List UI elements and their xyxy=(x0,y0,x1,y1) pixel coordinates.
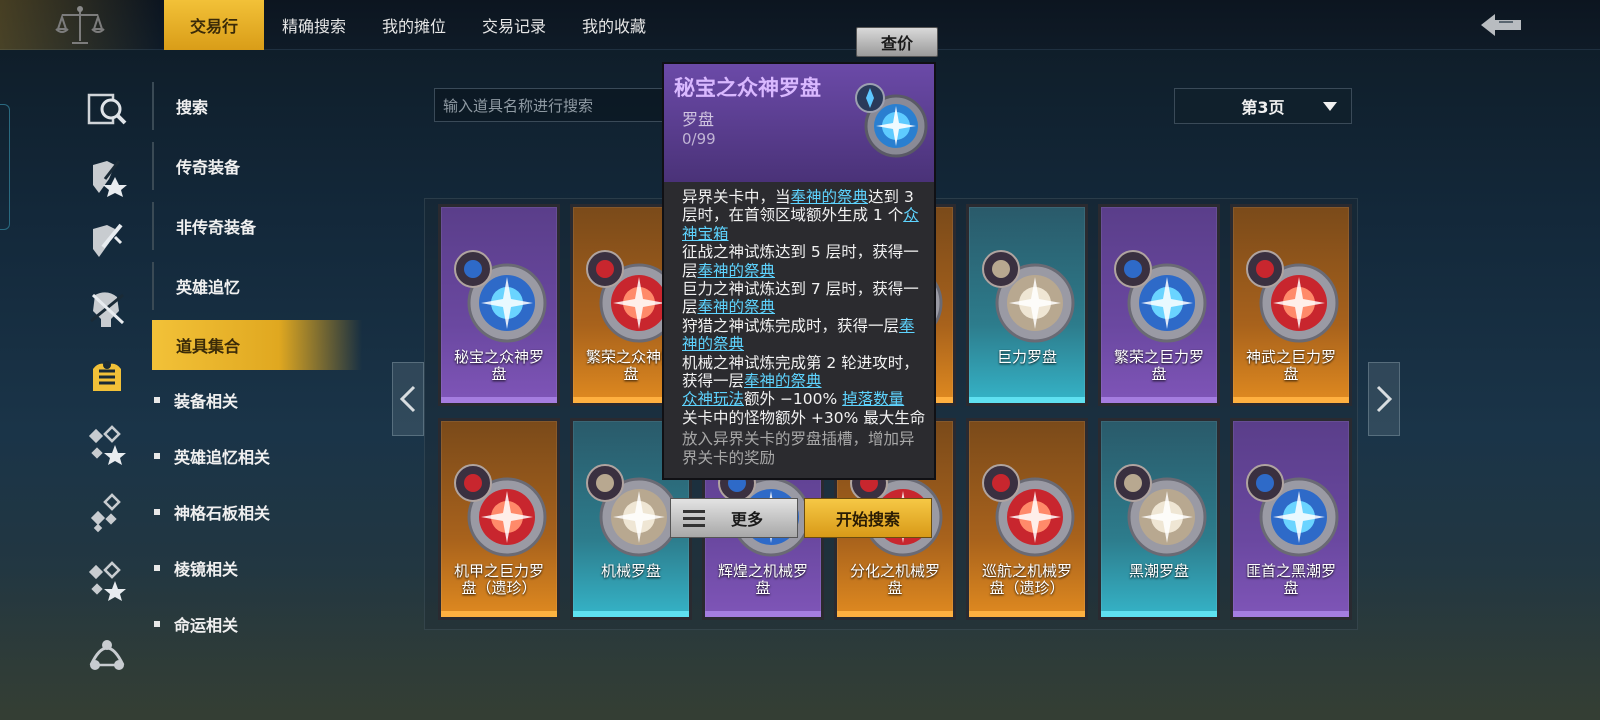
prism-icon[interactable] xyxy=(82,556,132,606)
tooltip-text: 狩猎之神试炼完成时，获得一层 xyxy=(682,316,900,335)
tab-trade[interactable]: 交易行 xyxy=(164,0,264,50)
rarity-glow xyxy=(969,611,1085,617)
tab-my-favorites[interactable]: 我的收藏 xyxy=(564,0,664,50)
more-button-label: 更多 xyxy=(730,510,763,529)
rarity-glow xyxy=(837,611,953,617)
tooltip-text: 异界关卡中，当 xyxy=(682,188,791,206)
tab-trade-records[interactable]: 交易记录 xyxy=(464,0,564,50)
rarity-glow xyxy=(969,397,1085,403)
hero-memory-icon[interactable] xyxy=(82,284,132,334)
compass-icon xyxy=(454,464,547,557)
item-card[interactable]: 秘宝之众神罗盘 xyxy=(438,204,560,406)
subcategory-hero-memory-related[interactable]: 英雄追忆相关 xyxy=(152,436,362,476)
item-card[interactable]: 匪首之黑潮罗盘 xyxy=(1230,418,1352,620)
category-search[interactable]: 搜索 xyxy=(152,82,362,130)
tab-my-stall[interactable]: 我的摊位 xyxy=(364,0,464,50)
tooltip-keyword-link[interactable]: 奉神的祭典 xyxy=(698,298,776,316)
tooltip-item-count: 0/99 xyxy=(682,130,716,148)
item-card-name: 机械罗盘 xyxy=(600,562,661,580)
compass-icon xyxy=(982,464,1075,557)
tooltip-header: 秘宝之众神罗盘 罗盘 0/99 xyxy=(664,64,934,182)
item-card[interactable]: 机甲之巨力罗盘（遗珍） xyxy=(438,418,560,620)
subcategory-stone-tablet-related[interactable]: 神格石板相关 xyxy=(152,492,362,532)
item-card[interactable]: 神武之巨力罗盘 xyxy=(1230,204,1352,406)
search-magnifier-icon[interactable] xyxy=(82,84,132,134)
item-card[interactable]: 巨力罗盘 xyxy=(966,204,1088,406)
compass-icon xyxy=(1246,464,1339,557)
category-item-collection[interactable]: 道具集合 xyxy=(152,320,362,370)
compass-icon xyxy=(982,250,1075,343)
tooltip-keyword-link[interactable]: 奉神的祭典 xyxy=(698,262,776,280)
item-card[interactable]: 巡航之机械罗盘（遗珍） xyxy=(966,418,1088,620)
rarity-glow xyxy=(441,397,557,403)
item-card-name: 辉煌之机械罗盘 xyxy=(717,562,808,597)
legendary-gear-icon[interactable] xyxy=(82,152,132,202)
category-legendary-gear[interactable]: 传奇装备 xyxy=(152,142,362,190)
page-select[interactable]: 第3页 xyxy=(1174,88,1352,124)
tooltip-keyword-link[interactable]: 众神玩法 xyxy=(682,390,744,408)
tooltip-title: 秘宝之众神罗盘 xyxy=(674,76,821,100)
item-card-name: 分化之机械罗盘 xyxy=(849,562,940,597)
item-collection-icon[interactable] xyxy=(82,352,132,402)
rarity-glow xyxy=(573,611,689,617)
subcategory-gear-related[interactable]: 装备相关 xyxy=(152,380,362,420)
subcategory-prism-related[interactable]: 棱镜相关 xyxy=(152,548,362,588)
subcategory-fate-related[interactable]: 命运相关 xyxy=(152,604,362,644)
more-button[interactable]: 更多 xyxy=(670,498,798,538)
tab-precise-search[interactable]: 精确搜索 xyxy=(264,0,364,50)
search-input[interactable]: 输入道具名称进行搜索 xyxy=(434,88,696,122)
item-card-name: 巡航之机械罗盘（遗珍） xyxy=(981,562,1072,597)
rarity-glow xyxy=(1101,611,1217,617)
fate-icon[interactable] xyxy=(82,628,132,678)
rarity-glow xyxy=(1233,611,1349,617)
scales-logo-icon xyxy=(0,0,160,50)
item-tooltip: 秘宝之众神罗盘 罗盘 0/99 异界关卡中，当奉神的祭典达到 3 层时，在首领区… xyxy=(662,62,936,480)
tooltip-item-type: 罗盘 xyxy=(682,110,715,129)
tooltip-keyword-link[interactable]: 奉神的祭典 xyxy=(744,372,822,390)
compass-icon xyxy=(855,83,928,158)
tooltip-text: 额外 −100% xyxy=(744,390,843,409)
back-arrow-icon[interactable] xyxy=(1476,8,1526,42)
tooltip-keyword-link[interactable]: 奉神的祭典 xyxy=(791,188,869,206)
item-card-name: 繁荣之巨力罗盘 xyxy=(1113,348,1204,383)
compass-icon xyxy=(1246,250,1339,343)
check-price-button[interactable]: 查价 xyxy=(856,27,938,57)
category-hero-memory[interactable]: 英雄追忆 xyxy=(152,262,362,310)
tooltip-text: 关卡中的怪物额外 +30% 最大生命 xyxy=(682,408,926,427)
start-search-button[interactable]: 开始搜索 xyxy=(804,498,932,538)
prev-page-arrow[interactable] xyxy=(392,362,424,436)
compass-icon xyxy=(454,250,547,343)
item-card-name: 秘宝之众神罗盘 xyxy=(453,348,544,383)
rarity-glow xyxy=(1233,397,1349,403)
item-card-name: 机甲之巨力罗盘（遗珍） xyxy=(453,562,544,597)
page-select-value: 第3页 xyxy=(1241,98,1285,117)
left-edge-accent xyxy=(0,104,10,230)
tooltip-keyword-link[interactable]: 掉落数量 xyxy=(842,390,904,408)
category-non-legendary-gear[interactable]: 非传奇装备 xyxy=(152,202,362,250)
next-page-arrow[interactable] xyxy=(1368,362,1400,436)
compass-icon xyxy=(1114,250,1207,343)
item-card-name: 黑潮罗盘 xyxy=(1128,562,1189,580)
rarity-glow xyxy=(705,611,821,617)
menu-icon xyxy=(683,510,705,528)
item-card[interactable]: 繁荣之巨力罗盘 xyxy=(1098,204,1220,406)
stone-tablet-icon[interactable] xyxy=(82,488,132,538)
item-card-name: 神武之巨力罗盘 xyxy=(1245,348,1336,383)
item-card[interactable]: 黑潮罗盘 xyxy=(1098,418,1220,620)
gear-icon[interactable] xyxy=(82,216,132,266)
item-card-name: 匪首之黑潮罗盘 xyxy=(1245,562,1336,597)
top-bar: 交易行 精确搜索 我的摊位 交易记录 我的收藏 xyxy=(0,0,1600,50)
compass-icon xyxy=(1114,464,1207,557)
chevron-down-icon xyxy=(1323,102,1337,111)
rarity-glow xyxy=(1101,397,1217,403)
tooltip-description: 异界关卡中，当奉神的祭典达到 3 层时，在首领区域额外生成 1 个众神宝箱 征战… xyxy=(682,188,926,467)
rarity-glow xyxy=(441,611,557,617)
item-card-name: 巨力罗盘 xyxy=(996,348,1057,366)
tooltip-usage-text: 放入异界关卡的罗盘插槽，增加异界关卡的奖励 xyxy=(682,430,915,467)
sub-gear-icon[interactable] xyxy=(82,420,132,470)
